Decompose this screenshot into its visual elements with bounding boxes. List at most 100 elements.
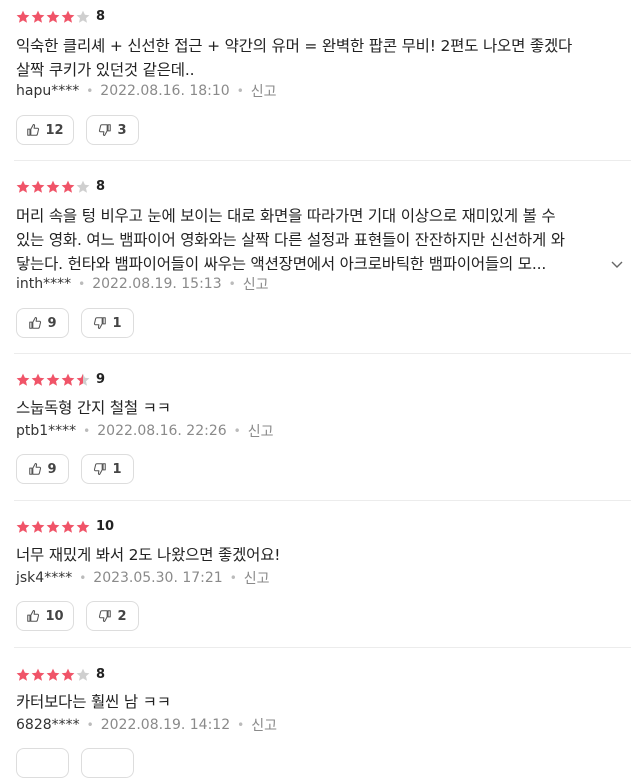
rating-row: 9	[16, 371, 105, 389]
review-text-line: 있는 영화. 여느 뱀파이어 영화와는 살짝 다른 설정과 표현들이 잔잔하지만…	[16, 231, 565, 249]
review-date: 2022.08.16. 18:10	[100, 83, 230, 99]
review-text: 너무 재밌게 봐서 2도 나왔으면 좋겠어요!	[16, 543, 626, 567]
reviewer-id: ptb1****	[16, 423, 77, 439]
rating-score: 8	[96, 667, 106, 682]
separator-dot: •	[86, 84, 94, 98]
star-filled-icon	[31, 373, 45, 386]
review-date: 2022.08.19. 14:12	[100, 717, 231, 733]
review-item: 10 너무 재밌게 봐서 2도 나왔으면 좋겠어요! jsk4**** • 20…	[0, 501, 637, 648]
review-meta: inth**** • 2022.08.19. 15:13 • 신고	[16, 274, 268, 294]
review-item: 8 카터보다는 훨씬 남 ㅋㅋ 6828**** • 2022.08.19. 1…	[0, 648, 637, 778]
star-filled-icon	[16, 10, 30, 23]
separator-dot: •	[233, 424, 241, 438]
thumbs-down-icon	[98, 123, 112, 137]
review-text: 카터보다는 훨씬 남 ㅋㅋ	[16, 690, 626, 714]
report-link[interactable]: 신고	[251, 715, 277, 735]
separator-dot: •	[83, 424, 91, 438]
like-count: 10	[45, 608, 64, 624]
review-meta: jsk4**** • 2023.05.30. 17:21 • 신고	[16, 568, 270, 588]
dislike-count: 1	[112, 315, 122, 331]
review-text: 익숙한 클리셰 + 신선한 접근 + 약간의 유머 = 완벽한 팝콘 무비! 2…	[16, 34, 626, 82]
review-item: 8 머리 속을 텅 비우고 눈에 보이는 대로 화면을 따라가면 기대 이상으로…	[0, 161, 637, 354]
star-filled-icon	[61, 373, 75, 386]
separator-dot: •	[236, 84, 244, 98]
dislike-button[interactable]: 2	[86, 601, 139, 631]
review-text-line: 익숙한 클리셰 + 신선한 접근 + 약간의 유머 = 완벽한 팝콘 무비! 2…	[16, 37, 573, 55]
review-text-line: 닿는다. 헌타와 뱀파이어들이 싸우는 액션장면에서 아크로바틱한 뱀파이어들의…	[16, 252, 626, 276]
review-text: 스눕독형 간지 철철 ㅋㅋ	[16, 396, 626, 420]
like-button[interactable]: 9	[16, 308, 69, 338]
expand-chevron-icon[interactable]	[608, 252, 626, 276]
review-meta: hapu**** • 2022.08.16. 18:10 • 신고	[16, 81, 277, 101]
like-button[interactable]: 9	[16, 454, 69, 484]
review-text-line-truncated: 닿는다. 헌타와 뱀파이어들이 싸우는 액션장면에서 아크로바틱한 뱀파이어들의…	[16, 255, 547, 273]
star-half-icon	[76, 373, 90, 386]
rating-row: 10	[16, 518, 114, 536]
review-meta: 6828**** • 2022.08.19. 14:12 • 신고	[16, 715, 277, 735]
rating-score: 10	[96, 519, 115, 534]
star-filled-icon	[16, 520, 30, 533]
reviewer-id: hapu****	[16, 83, 80, 99]
review-item: 8 익숙한 클리셰 + 신선한 접근 + 약간의 유머 = 완벽한 팝콘 무비!…	[0, 0, 637, 161]
report-link[interactable]: 신고	[244, 568, 270, 588]
star-filled-icon	[61, 668, 75, 681]
dislike-count: 2	[117, 608, 127, 624]
review-text-line: 스눕독형 간지 철철 ㅋㅋ	[16, 399, 171, 417]
star-filled-icon	[31, 668, 45, 681]
star-empty-icon	[76, 180, 90, 193]
separator-dot: •	[86, 718, 94, 732]
star-filled-icon	[46, 10, 60, 23]
report-link[interactable]: 신고	[248, 421, 274, 441]
star-rating	[16, 668, 91, 682]
dislike-button[interactable]: 1	[81, 454, 134, 484]
reaction-buttons: 9 1	[16, 454, 146, 484]
dislike-button[interactable]: 3	[86, 115, 139, 145]
review-text-line: 카터보다는 훨씬 남 ㅋㅋ	[16, 693, 171, 711]
reviewer-id: inth****	[16, 276, 72, 292]
rating-score: 8	[96, 9, 106, 24]
thumbs-up-icon	[28, 316, 42, 330]
star-filled-icon	[61, 520, 75, 533]
report-link[interactable]: 신고	[243, 274, 269, 294]
star-filled-icon	[46, 180, 60, 193]
thumbs-down-icon	[93, 316, 107, 330]
like-count: 12	[45, 122, 64, 138]
thumbs-up-icon	[28, 462, 42, 476]
separator-dot: •	[237, 718, 245, 732]
star-filled-icon	[16, 668, 30, 681]
separator-dot: •	[228, 277, 236, 291]
star-rating	[16, 10, 91, 24]
dislike-count: 1	[112, 461, 122, 477]
dislike-count: 3	[117, 122, 127, 138]
star-filled-icon	[46, 668, 60, 681]
review-text-line: 너무 재밌게 봐서 2도 나왔으면 좋겠어요!	[16, 546, 281, 564]
rating-row: 8	[16, 666, 105, 684]
review-meta: ptb1**** • 2022.08.16. 22:26 • 신고	[16, 421, 274, 441]
star-empty-icon	[76, 668, 90, 681]
like-button[interactable]: 12	[16, 115, 74, 145]
report-link[interactable]: 신고	[251, 81, 277, 101]
star-filled-icon	[46, 520, 60, 533]
review-date: 2022.08.19. 15:13	[92, 276, 222, 292]
reaction-buttons: 10 2	[16, 601, 151, 631]
separator-dot: •	[79, 571, 87, 585]
rating-row: 8	[16, 178, 105, 196]
star-rating	[16, 520, 91, 534]
reviewer-id: jsk4****	[16, 570, 73, 586]
star-rating	[16, 373, 91, 387]
star-filled-icon	[31, 520, 45, 533]
review-item: 9 스눕독형 간지 철철 ㅋㅋ ptb1**** • 2022.08.16. 2…	[0, 354, 637, 501]
review-date: 2023.05.30. 17:21	[93, 570, 223, 586]
thumbs-up-icon	[26, 123, 40, 137]
review-text-line: 머리 속을 텅 비우고 눈에 보이는 대로 화면을 따라가면 기대 이상으로 재…	[16, 207, 556, 225]
thumbs-up-icon	[26, 609, 40, 623]
like-count: 9	[47, 315, 57, 331]
reaction-buttons: 9 1	[16, 308, 146, 338]
review-date: 2022.08.16. 22:26	[97, 423, 227, 439]
star-filled-icon	[31, 180, 45, 193]
reviewer-id: 6828****	[16, 717, 80, 733]
dislike-button[interactable]: 1	[81, 308, 134, 338]
rating-score: 9	[96, 372, 106, 387]
like-button[interactable]: 10	[16, 601, 74, 631]
star-filled-icon	[31, 10, 45, 23]
